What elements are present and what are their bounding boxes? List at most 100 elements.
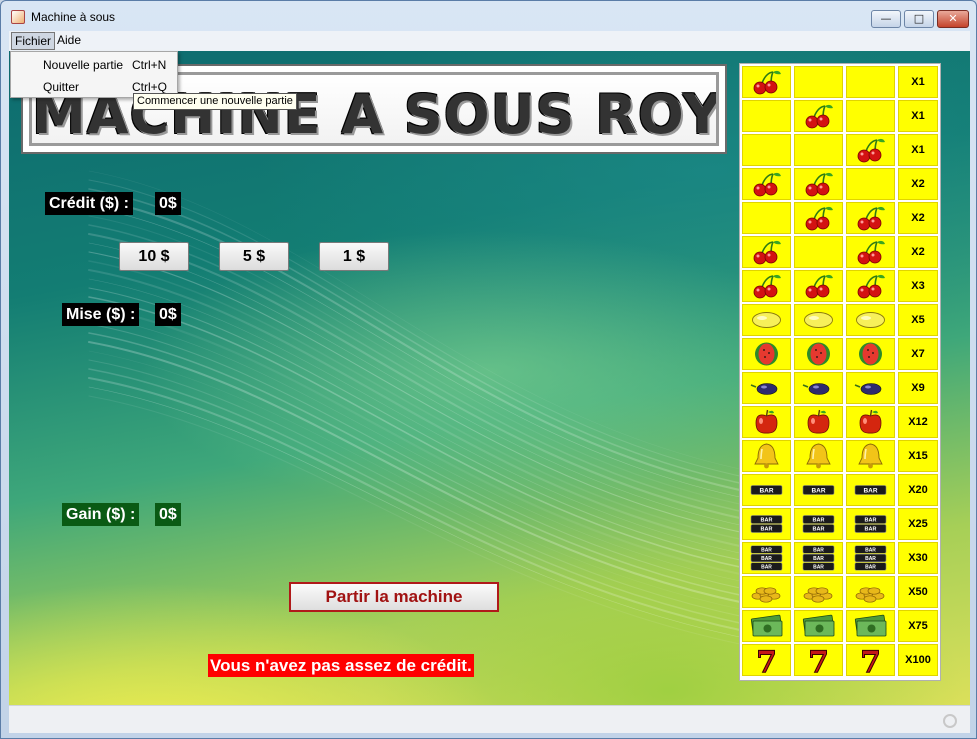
- seven-icon: 7: [860, 645, 882, 675]
- paytable-multiplier: X50: [898, 576, 938, 608]
- swirl-line: [88, 179, 750, 479]
- paytable-cell: 7: [846, 644, 895, 676]
- seven-icon: 7: [808, 645, 830, 675]
- paytable-row: BAR BAR BAR X20: [742, 474, 940, 508]
- coins-icon: [855, 587, 885, 603]
- mise-value: 0$: [155, 303, 181, 326]
- menu-fichier[interactable]: Fichier: [11, 32, 56, 50]
- paytable-cell: BAR BAR BAR: [742, 542, 791, 574]
- coins-icon: [803, 587, 833, 603]
- svg-text:BAR: BAR: [865, 527, 877, 533]
- cherry-icon: [753, 70, 781, 95]
- bar1-icon: BAR: [750, 485, 783, 495]
- paytable-cell: BAR BAR: [794, 508, 843, 540]
- money-icon: [854, 614, 887, 637]
- paytable-cell: 7: [794, 644, 843, 676]
- minimize-button[interactable]: —: [871, 10, 901, 28]
- paytable-cell: [794, 168, 843, 200]
- paytable-cell: [742, 100, 791, 132]
- paytable-multiplier: X15: [898, 440, 938, 472]
- credit-value: 0$: [155, 192, 181, 215]
- svg-text:BAR: BAR: [813, 547, 824, 553]
- paytable: X1 X1 X1 X2 X2 X2 X3 X5 X7 X9 X12 X15 BAR BAR BAR X20 BA…: [739, 63, 941, 681]
- paytable-cell: [742, 304, 791, 336]
- game-panel: MACHINE A SOUS ROYALE Crédit ($) : 0$ 10…: [9, 51, 970, 705]
- lemon-icon: [752, 312, 781, 328]
- cherry-icon: [805, 274, 833, 299]
- paytable-cell: BAR BAR: [846, 508, 895, 540]
- bet-5-button[interactable]: 5 $: [219, 242, 289, 271]
- cherry-icon: [857, 206, 885, 231]
- status-message: Vous n'avez pas assez de crédit.: [208, 654, 474, 677]
- menu-aide[interactable]: Aide: [54, 32, 84, 50]
- paytable-cell: [846, 236, 895, 268]
- paytable-row: X1: [742, 134, 940, 168]
- paytable-cell: [742, 338, 791, 370]
- paytable-cell: [742, 168, 791, 200]
- paytable-cell: [742, 610, 791, 642]
- swirl-line: [88, 350, 750, 612]
- lemon-icon: [856, 312, 885, 328]
- paytable-cell: [794, 270, 843, 302]
- bar1-icon: BAR: [854, 485, 887, 495]
- paytable-cell: [794, 406, 843, 438]
- close-button[interactable]: ✕: [937, 10, 969, 28]
- paytable-cell: [794, 304, 843, 336]
- apple-icon: [859, 409, 882, 434]
- maximize-button[interactable]: □: [904, 10, 934, 28]
- cherry-icon: [805, 104, 833, 129]
- cherry-icon: [753, 240, 781, 265]
- paytable-cell: [794, 100, 843, 132]
- swirl-line: [88, 170, 750, 472]
- title-bar[interactable]: Machine à sous — □ ✕: [1, 1, 976, 31]
- svg-text:BAR: BAR: [759, 488, 773, 495]
- watermelon-icon: [755, 342, 778, 366]
- paytable-cell: [742, 440, 791, 472]
- paytable-multiplier: X20: [898, 474, 938, 506]
- spin-button[interactable]: Partir la machine: [289, 582, 499, 612]
- watermelon-icon: [859, 342, 882, 366]
- coins-icon: [751, 587, 781, 603]
- menu-item-nouvelle-partie[interactable]: Nouvelle partie Ctrl+N: [11, 54, 177, 76]
- bet-1-button[interactable]: 1 $: [319, 242, 389, 271]
- paytable-multiplier: X2: [898, 202, 938, 234]
- paytable-cell: BAR BAR BAR: [846, 542, 895, 574]
- window-title: Machine à sous: [31, 10, 116, 24]
- bet-10-button[interactable]: 10 $: [119, 242, 189, 271]
- paytable-cell: [846, 202, 895, 234]
- svg-text:7: 7: [808, 645, 829, 675]
- paytable-cell: [794, 440, 843, 472]
- paytable-row: X2: [742, 202, 940, 236]
- paytable-row: BAR BAR BAR BAR BAR BAR X25: [742, 508, 940, 542]
- paytable-cell: BAR BAR: [742, 508, 791, 540]
- menu-item-shortcut: Ctrl+N: [132, 58, 167, 72]
- paytable-cell: [742, 202, 791, 234]
- cherry-icon: [753, 172, 781, 197]
- paytable-multiplier: X75: [898, 610, 938, 642]
- bar3-icon: BAR BAR BAR: [854, 545, 887, 571]
- svg-text:7: 7: [860, 645, 881, 675]
- svg-text:BAR: BAR: [811, 488, 825, 495]
- close-icon: ✕: [948, 12, 958, 25]
- paytable-cell: [794, 202, 843, 234]
- paytable-multiplier: X1: [898, 66, 938, 98]
- svg-text:BAR: BAR: [813, 556, 824, 562]
- paytable-cell: [846, 576, 895, 608]
- paytable-cell: [846, 406, 895, 438]
- paytable-cell: [846, 168, 895, 200]
- svg-text:7: 7: [756, 645, 777, 675]
- paytable-cell: [846, 440, 895, 472]
- svg-text:BAR: BAR: [865, 556, 876, 562]
- paytable-multiplier: X30: [898, 542, 938, 574]
- watermelon-icon: [807, 342, 830, 366]
- paytable-cell: [846, 100, 895, 132]
- tooltip: Commencer une nouvelle partie: [133, 93, 297, 110]
- paytable-cell: [742, 576, 791, 608]
- paytable-cell: [846, 270, 895, 302]
- paytable-cell: [846, 66, 895, 98]
- swirl-line: [87, 340, 751, 606]
- paytable-row: X1: [742, 66, 940, 100]
- paytable-row: X2: [742, 236, 940, 270]
- paytable-multiplier: X3: [898, 270, 938, 302]
- paytable-cell: [794, 66, 843, 98]
